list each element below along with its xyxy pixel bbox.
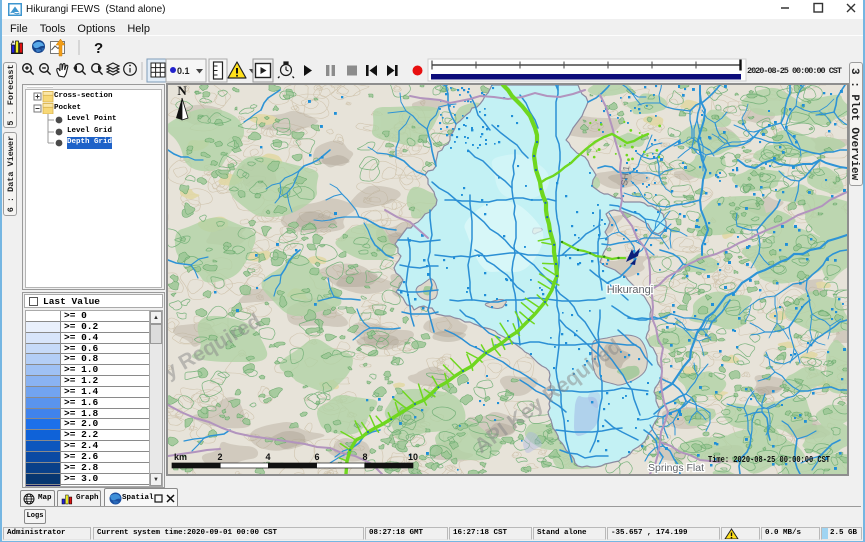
svg-text:8: 8 bbox=[362, 452, 367, 462]
svg-text:6: 6 bbox=[314, 452, 319, 462]
svg-text:2020-08-25 00:00:00 CST: 2020-08-25 00:00:00 CST bbox=[747, 66, 842, 76]
svg-text:N: N bbox=[177, 85, 187, 98]
svg-text:3 : Plot Overview: 3 : Plot Overview bbox=[850, 68, 860, 181]
svg-text:2: 2 bbox=[217, 452, 222, 462]
svg-text:5 : Forecast: 5 : Forecast bbox=[6, 64, 16, 125]
svg-text:6 : Data Viewer: 6 : Data Viewer bbox=[6, 136, 16, 213]
svg-text:?: ? bbox=[94, 40, 103, 57]
svg-text:4: 4 bbox=[265, 452, 270, 462]
svg-text:0.1: 0.1 bbox=[177, 66, 190, 76]
svg-text:Hikurangi: Hikurangi bbox=[607, 284, 653, 296]
svg-text:10: 10 bbox=[408, 452, 418, 462]
svg-text:Time: 2020-08-25 00:00:00 CST: Time: 2020-08-25 00:00:00 CST bbox=[708, 454, 830, 465]
svg-text:km: km bbox=[174, 452, 187, 462]
svg-text:Springs Flat: Springs Flat bbox=[648, 462, 704, 474]
